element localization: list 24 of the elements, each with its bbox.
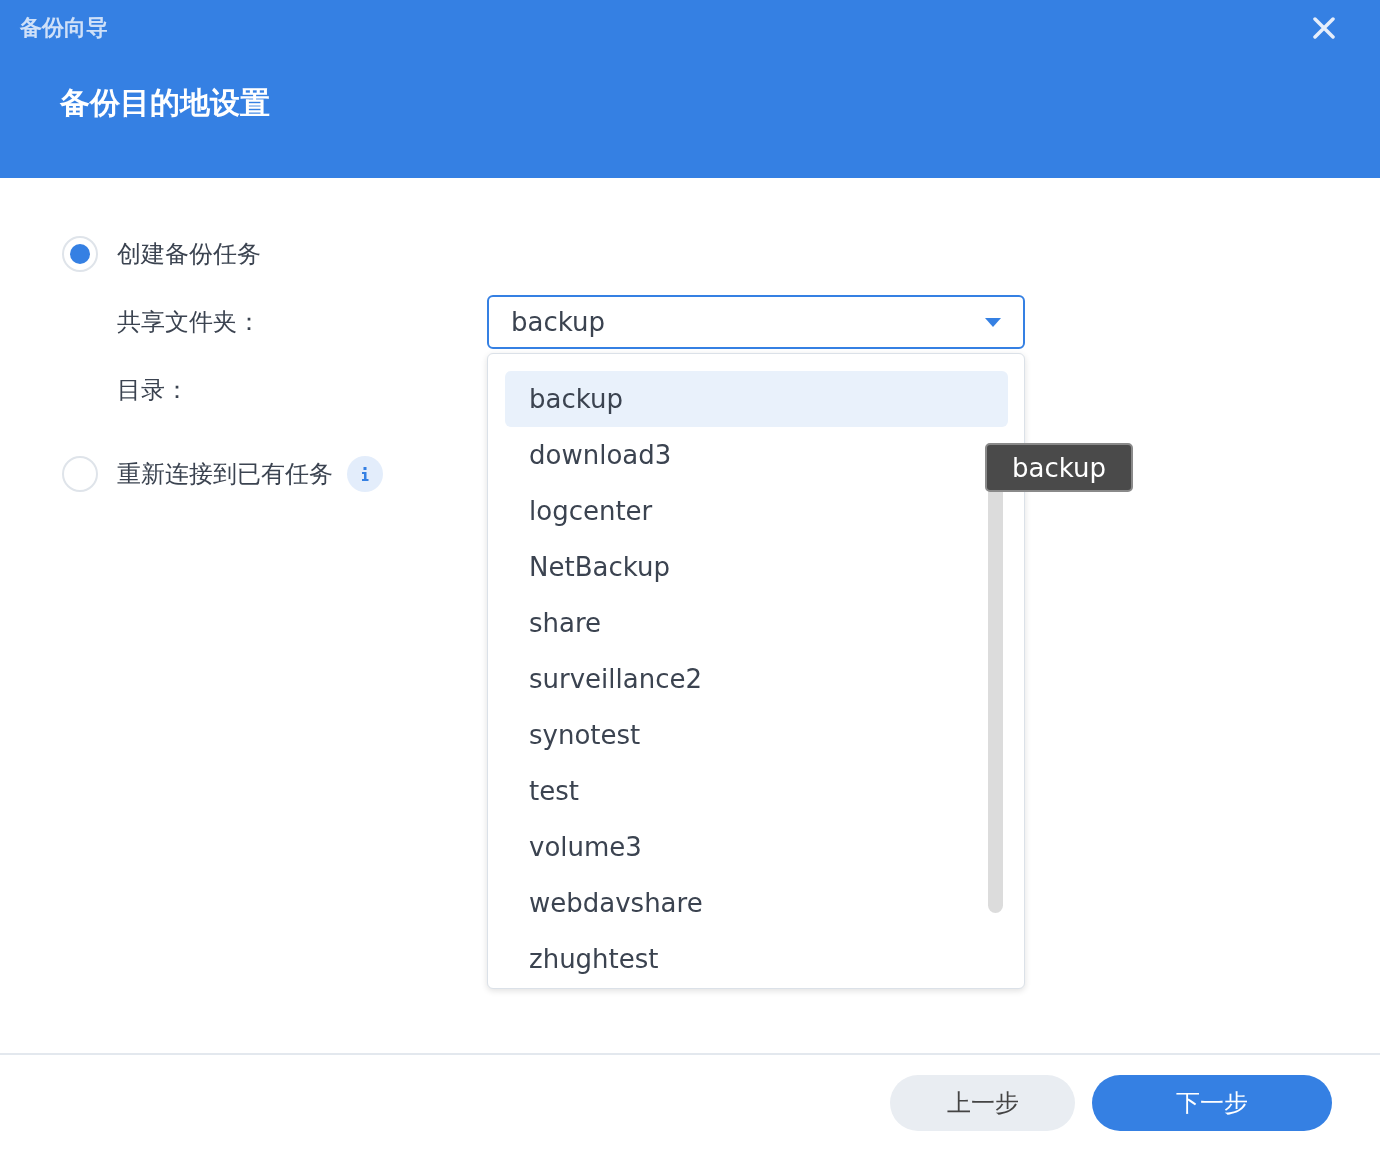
tooltip: backup (985, 443, 1133, 492)
radio-button[interactable] (62, 236, 98, 272)
info-icon[interactable] (347, 456, 383, 492)
dropdown-item[interactable]: zhughtest (505, 931, 1008, 987)
field-label: 目录： (117, 375, 190, 406)
dropdown-item[interactable]: share (505, 595, 1008, 651)
dropdown-item[interactable]: volume3 (505, 819, 1008, 875)
option-label: 重新连接到已有任务 (117, 459, 333, 490)
option-label: 创建备份任务 (117, 239, 261, 270)
dropdown-item[interactable]: webdavshare (505, 875, 1008, 931)
back-button[interactable]: 上一步 (890, 1074, 1075, 1131)
dropdown-item[interactable]: backup (505, 371, 1008, 427)
window-title: 备份向导 (20, 14, 108, 42)
dropdown-item[interactable]: synotest (505, 707, 1008, 763)
dropdown-item[interactable]: test (505, 763, 1008, 819)
radio-button[interactable] (62, 456, 98, 492)
close-icon[interactable] (1313, 17, 1335, 39)
page-title: 备份目的地设置 (60, 84, 271, 122)
dropdown-item[interactable]: surveillance2 (505, 651, 1008, 707)
shared-folder-select[interactable]: backup (487, 295, 1025, 349)
dropdown-item[interactable]: NetBackup (505, 539, 1008, 595)
field-label: 共享文件夹： (117, 307, 262, 338)
caret-icon (985, 317, 1001, 327)
next-button[interactable]: 下一步 (1092, 1074, 1332, 1131)
